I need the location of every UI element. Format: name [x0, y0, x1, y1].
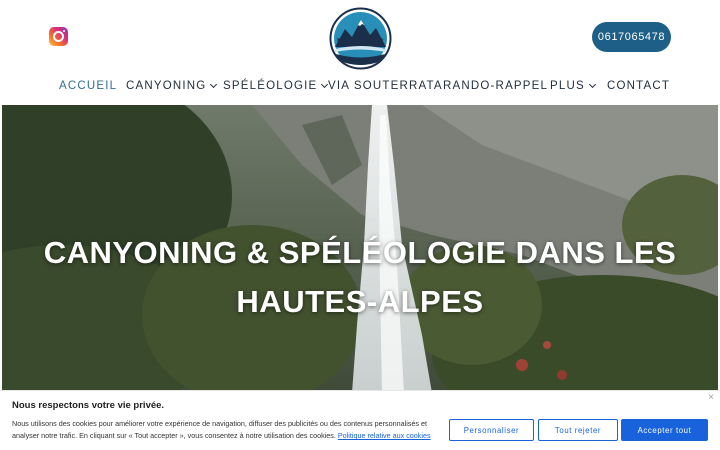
nav-item-rando-rappel[interactable]: RANDO-RAPPEL [443, 80, 548, 92]
nav-item-accueil[interactable]: ACCUEIL [59, 80, 117, 92]
chevron-down-icon [588, 80, 596, 89]
chevron-down-icon [210, 80, 218, 89]
nav-label: RANDO-RAPPEL [443, 80, 549, 92]
nav-label: CANYONING [126, 80, 207, 92]
cookie-title: Nous respectons votre vie privée. [12, 400, 165, 411]
phone-button[interactable]: 0617065478 [592, 22, 671, 52]
logo-text: ECRINS [336, 35, 385, 49]
nav-label: SPÉLÉOLOGIE [223, 80, 318, 92]
reject-all-button[interactable]: Tout rejeter [538, 419, 618, 441]
cookie-description: Nous utilisons des cookies pour améliore… [12, 418, 444, 442]
instagram-icon[interactable] [49, 27, 68, 46]
nav-label: VIA SOUTERRATA [328, 80, 443, 92]
nav-item-contact[interactable]: CONTACT [607, 80, 670, 92]
nav-item-speleologie[interactable]: SPÉLÉOLOGIE [223, 80, 329, 92]
nav-item-canyoning[interactable]: CANYONING [126, 80, 218, 92]
nav-item-via-souterrata[interactable]: VIA SOUTERRATA [328, 80, 443, 92]
nav-label: PLUS [550, 80, 585, 92]
site-header: ECRINS 0617065478 ACCUEIL CANYONING SPÉL… [0, 0, 720, 105]
hero-title: CANYONING & SPÉLÉOLOGIE DANS LES HAUTES-… [43, 235, 677, 319]
site-logo[interactable]: ECRINS [329, 7, 392, 70]
cookie-policy-link[interactable]: Politique relative aux cookies [338, 431, 431, 440]
accept-all-button[interactable]: Accepter tout [621, 419, 708, 441]
nav-label: CONTACT [607, 80, 671, 92]
nav-label: ACCUEIL [59, 80, 118, 92]
customize-button[interactable]: Personnaliser [449, 419, 534, 441]
cookie-banner: × Nous respectons votre vie privée. Nous… [0, 390, 720, 450]
nav-item-plus[interactable]: PLUS [550, 80, 596, 92]
close-icon[interactable]: × [708, 392, 714, 403]
main-nav: ACCUEIL CANYONING SPÉLÉOLOGIE VIA SOUTER… [0, 80, 720, 98]
